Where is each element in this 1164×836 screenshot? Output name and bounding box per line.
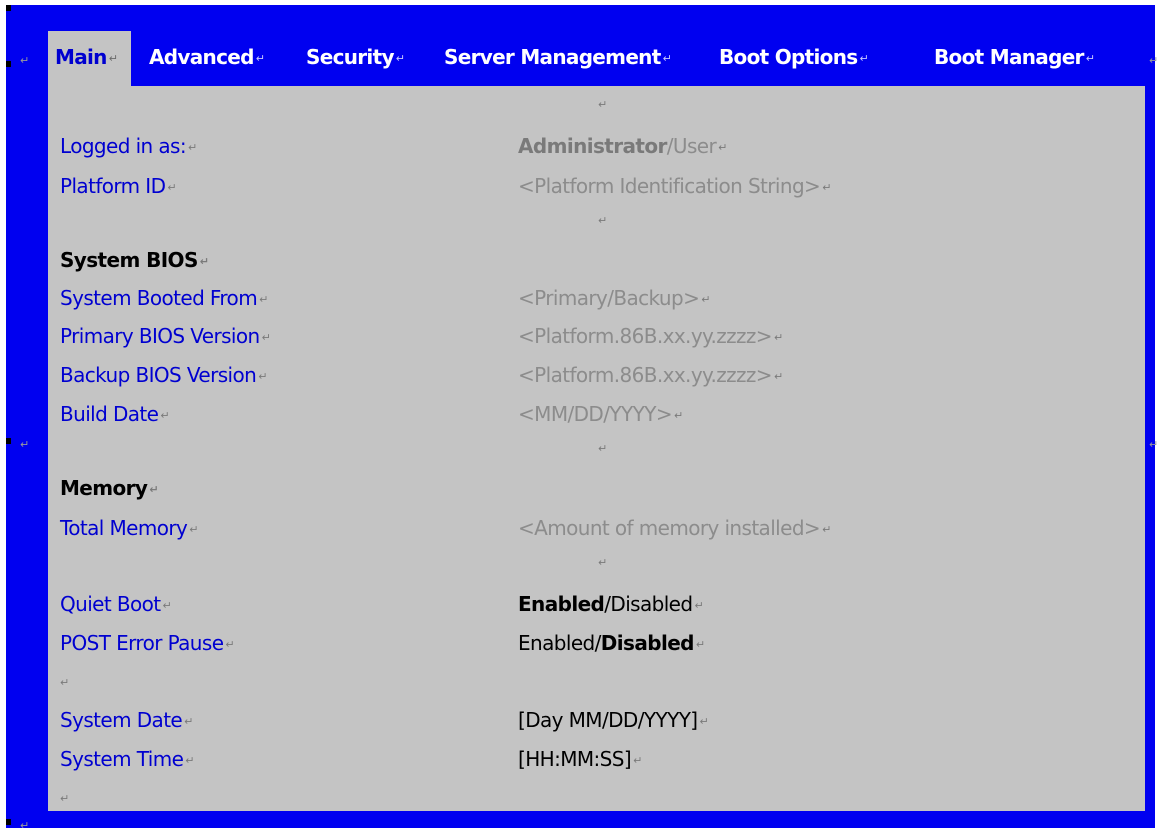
primary-bios-version-value: <Platform.86B.xx.yy.zzzz> ↵ bbox=[518, 324, 783, 348]
tab-security[interactable]: Security ↵ bbox=[306, 45, 405, 69]
paragraph-mark: ↵ bbox=[395, 52, 405, 65]
tab-boot-manager[interactable]: Boot Manager ↵ bbox=[934, 45, 1095, 69]
tab-server-management[interactable]: Server Management ↵ bbox=[444, 45, 672, 69]
paragraph-mark: ↵ bbox=[1149, 438, 1159, 451]
paragraph-mark: ↵ bbox=[859, 52, 868, 65]
post-error-pause-value[interactable]: Enabled/Disabled ↵ bbox=[518, 631, 705, 655]
tab-label: Boot Options bbox=[719, 45, 858, 69]
paragraph-mark: ↵ bbox=[598, 556, 608, 569]
system-bios-heading: System BIOS ↵ bbox=[60, 248, 209, 272]
primary-bios-version-label: Primary BIOS Version ↵ bbox=[60, 324, 271, 348]
build-date-value: <MM/DD/YYYY> ↵ bbox=[518, 402, 683, 426]
post-error-pause-label: POST Error Pause ↵ bbox=[60, 631, 235, 655]
system-time-label: System Time ↵ bbox=[60, 747, 194, 771]
system-booted-from-value: <Primary/Backup> ↵ bbox=[518, 286, 710, 310]
platform-id-label: Platform ID ↵ bbox=[60, 174, 177, 198]
quiet-boot-value[interactable]: Enabled/Disabled ↵ bbox=[518, 592, 704, 616]
tab-label: Advanced bbox=[149, 45, 254, 69]
paragraph-mark: ↵ bbox=[598, 98, 608, 111]
backup-bios-version-label: Backup BIOS Version ↵ bbox=[60, 363, 267, 387]
main-panel: ↵ Logged in as: ↵ Administrator/User ↵ Pla… bbox=[48, 86, 1145, 811]
anchor-marker bbox=[6, 438, 11, 444]
paragraph-mark: ↵ bbox=[60, 792, 70, 805]
total-memory-label: Total Memory ↵ bbox=[60, 516, 198, 540]
paragraph-mark: ↵ bbox=[598, 442, 608, 455]
system-booted-from-label: System Booted From ↵ bbox=[60, 286, 268, 310]
platform-id-value: <Platform Identification String> ↵ bbox=[518, 174, 831, 198]
logged-in-value: Administrator/User ↵ bbox=[518, 134, 727, 158]
tab-boot-options[interactable]: Boot Options ↵ bbox=[719, 45, 869, 69]
memory-heading: Memory ↵ bbox=[60, 476, 159, 500]
paragraph-mark: ↵ bbox=[598, 214, 608, 227]
paragraph-mark: ↵ bbox=[108, 52, 118, 65]
tab-label: Security bbox=[306, 45, 394, 69]
paragraph-mark: ↵ bbox=[1085, 52, 1095, 65]
paragraph-mark: ↵ bbox=[60, 676, 70, 689]
logged-in-label: Logged in as: ↵ bbox=[60, 134, 197, 158]
paragraph-mark: ↵ bbox=[20, 819, 30, 832]
paragraph-mark: ↵ bbox=[20, 438, 30, 451]
build-date-label: Build Date ↵ bbox=[60, 402, 170, 426]
system-date-label: System Date ↵ bbox=[60, 708, 193, 732]
tab-main[interactable]: Main ↵ bbox=[55, 45, 118, 69]
tab-label: Main bbox=[55, 45, 107, 69]
total-memory-value: <Amount of memory installed> ↵ bbox=[518, 516, 831, 540]
tab-label: Server Management bbox=[444, 45, 661, 69]
paragraph-mark: ↵ bbox=[662, 52, 672, 65]
system-time-value[interactable]: [HH:MM:SS] ↵ bbox=[518, 747, 642, 771]
tab-advanced[interactable]: Advanced ↵ bbox=[149, 45, 265, 69]
system-date-value[interactable]: [Day MM/DD/YYYY] ↵ bbox=[518, 708, 709, 732]
anchor-marker bbox=[6, 819, 11, 825]
tab-label: Boot Manager bbox=[934, 45, 1084, 69]
bios-setup-frame: ↵ ↵ ↵ ↵ ↵ Main ↵ Advanced ↵ Security ↵ Serv… bbox=[6, 5, 1159, 832]
backup-bios-version-value: <Platform.86B.xx.yy.zzzz> ↵ bbox=[518, 363, 783, 387]
quiet-boot-label: Quiet Boot ↵ bbox=[60, 592, 172, 616]
paragraph-mark: ↵ bbox=[255, 52, 265, 65]
tab-bar: Main ↵ Advanced ↵ Security ↵ Server Managem… bbox=[6, 5, 1155, 81]
